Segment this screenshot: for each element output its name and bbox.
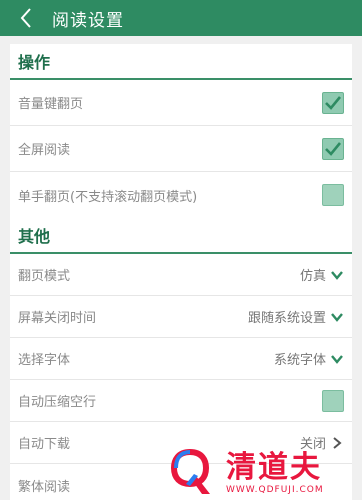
fullscreen-checkbox[interactable] xyxy=(322,137,344,160)
setting-row-volume-key-page[interactable]: 音量键翻页 xyxy=(10,80,352,126)
watermark-text: 清道夫 WWW.QDFUJI.COM xyxy=(226,450,324,496)
chevron-left-icon xyxy=(20,8,31,28)
watermark-url: WWW.QDFUJI.COM xyxy=(226,485,324,495)
page-title: 阅读设置 xyxy=(52,10,124,31)
app-header: 阅读设置 xyxy=(0,0,362,36)
one-hand-page-checkbox[interactable] xyxy=(322,184,344,206)
volume-key-page-checkbox[interactable] xyxy=(322,91,344,114)
setting-label: 自动压缩空行 xyxy=(18,395,97,410)
setting-label: 音量键翻页 xyxy=(18,97,84,112)
page-mode-select[interactable]: 仿真 xyxy=(300,265,344,284)
chevron-down-icon xyxy=(331,354,343,364)
setting-row-fullscreen[interactable]: 全屏阅读 xyxy=(10,126,352,172)
section-header-other: 其他 xyxy=(10,218,352,254)
watermark-logo-icon xyxy=(166,446,226,500)
setting-label: 选择字体 xyxy=(18,353,71,368)
setting-row-screen-off-time[interactable]: 屏幕关闭时间 跟随系统设置 xyxy=(10,296,352,338)
watermark: 清道夫 WWW.QDFUJI.COM xyxy=(166,446,362,500)
setting-label: 全屏阅读 xyxy=(18,143,71,158)
section-header-operation: 操作 xyxy=(10,44,352,80)
setting-label: 单手翻页(不支持滚动翻页模式) xyxy=(18,189,198,205)
back-button[interactable] xyxy=(6,0,46,36)
setting-row-font[interactable]: 选择字体 系统字体 xyxy=(10,338,352,380)
setting-value: 跟随系统设置 xyxy=(247,311,326,326)
setting-label: 繁体阅读 xyxy=(18,479,71,495)
setting-row-page-mode[interactable]: 翻页模式 仿真 xyxy=(10,254,352,296)
setting-label: 翻页模式 xyxy=(18,269,71,284)
setting-label: 屏幕关闭时间 xyxy=(18,311,97,326)
setting-row-one-hand-page[interactable]: 单手翻页(不支持滚动翻页模式) xyxy=(10,172,352,218)
chevron-down-icon xyxy=(331,270,343,280)
setting-value: 系统字体 xyxy=(273,353,326,368)
watermark-brand: 清道夫 xyxy=(226,450,322,485)
screen-off-time-select[interactable]: 跟随系统设置 xyxy=(248,307,344,326)
check-icon xyxy=(325,95,342,110)
chevron-down-icon xyxy=(331,312,343,322)
setting-row-auto-compress-blank[interactable]: 自动压缩空行 xyxy=(10,380,352,422)
check-icon xyxy=(325,141,342,156)
auto-compress-blank-checkbox[interactable] xyxy=(322,389,344,412)
font-select[interactable]: 系统字体 xyxy=(274,349,344,368)
setting-value: 仿真 xyxy=(299,269,326,284)
settings-panel: 操作 音量键翻页 全屏阅读 单手翻页(不支持滚动翻页模式) 其他 翻页模式 仿真 xyxy=(10,44,352,500)
setting-label: 自动下载 xyxy=(18,437,71,452)
